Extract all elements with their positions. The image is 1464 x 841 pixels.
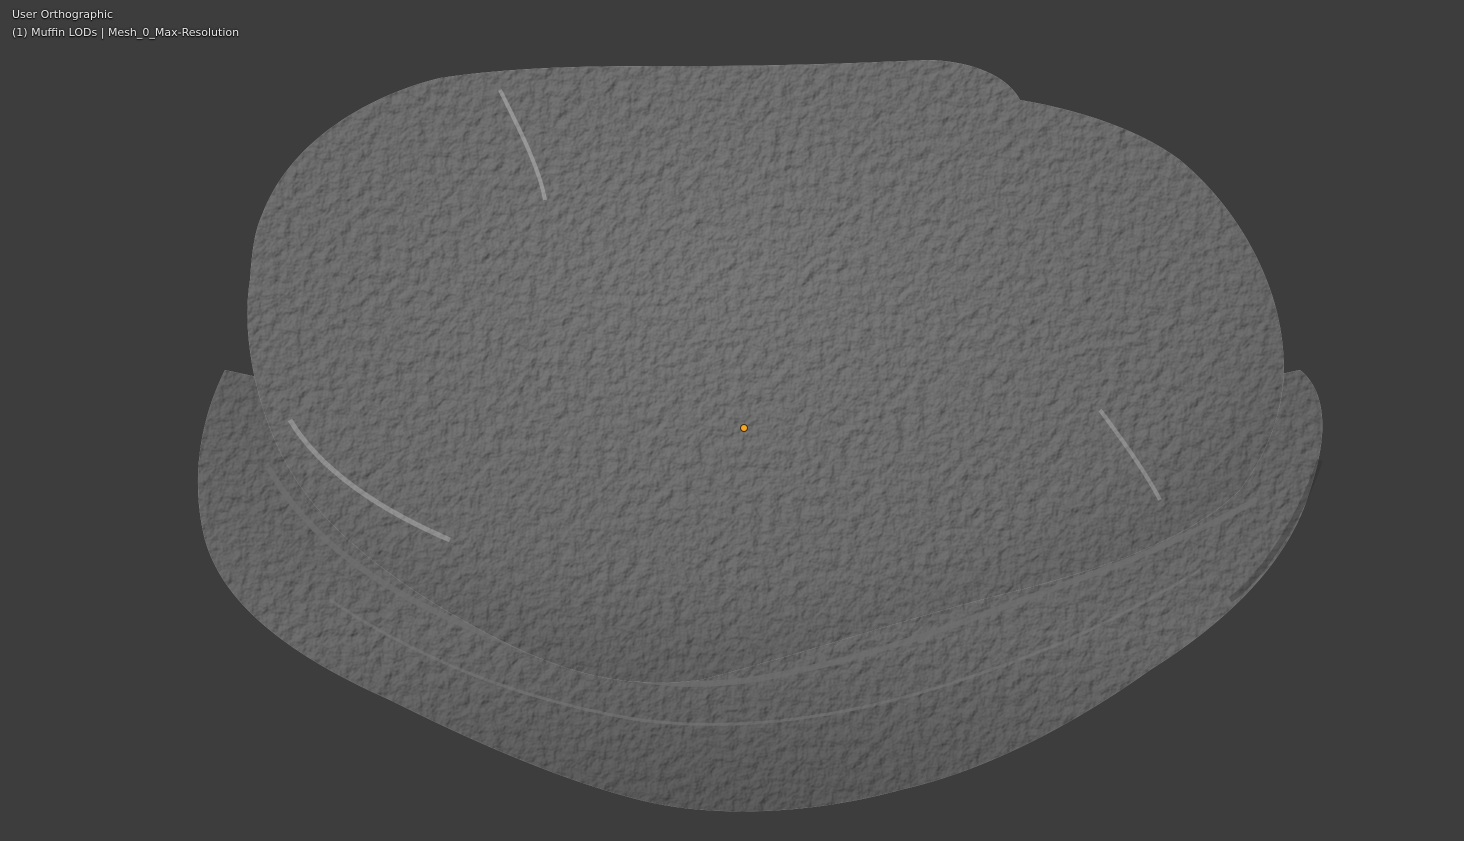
object-origin-icon[interactable] [741,425,747,431]
3d-viewport[interactable]: User Orthographic (1) Muffin LODs | Mesh… [0,0,1464,841]
mesh-object-icon[interactable] [0,0,1464,841]
view-mode-label: User Orthographic [12,8,114,21]
object-info-label: (1) Muffin LODs | Mesh_0_Max-Resolution [12,26,240,39]
viewport-info-overlay: User Orthographic (1) Muffin LODs | Mesh… [12,6,239,42]
